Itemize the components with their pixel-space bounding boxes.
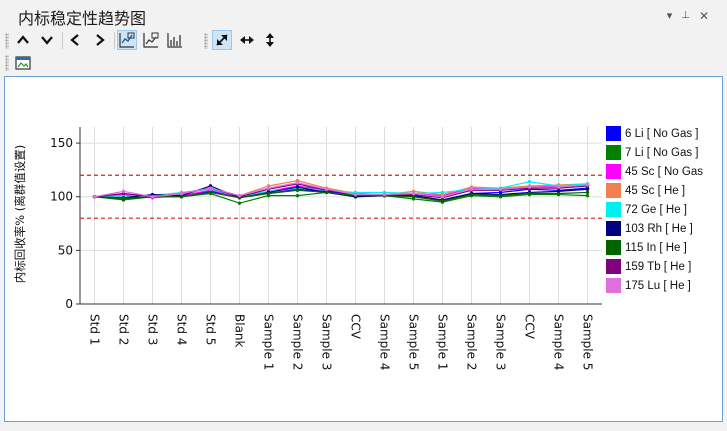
x-tick-label: Sample 2 bbox=[291, 314, 305, 370]
data-point bbox=[179, 191, 184, 196]
x-tick-label: Sample 4 bbox=[378, 314, 392, 370]
x-tick-label: Sample 4 bbox=[552, 314, 566, 370]
legend-swatch bbox=[606, 259, 621, 274]
data-point bbox=[585, 190, 590, 195]
data-point bbox=[527, 180, 532, 184]
legend-swatch bbox=[606, 240, 621, 255]
data-point bbox=[556, 191, 561, 196]
chart-legend: 6 Li [ No Gas ] 7 Li [ No Gas ] 45 Sc [ No… bbox=[606, 124, 722, 295]
data-point bbox=[527, 191, 532, 196]
y-tick-label: 100 bbox=[50, 190, 73, 204]
legend-item[interactable]: 115 In [ He ] bbox=[606, 238, 722, 257]
data-point bbox=[237, 193, 242, 198]
data-point bbox=[585, 187, 590, 191]
legend-item[interactable]: 159 Tb [ He ] bbox=[606, 257, 722, 276]
legend-item[interactable]: 45 Sc [ He ] bbox=[606, 181, 722, 200]
data-point bbox=[121, 197, 126, 201]
x-tick-label: Std 5 bbox=[204, 314, 218, 345]
data-point bbox=[295, 181, 300, 185]
data-point bbox=[469, 187, 474, 191]
x-tick-label: Sample 3 bbox=[494, 314, 508, 370]
legend-item[interactable]: 72 Ge [ He ] bbox=[606, 200, 722, 219]
legend-label: 7 Li [ No Gas ] bbox=[625, 146, 699, 159]
legend-swatch bbox=[606, 126, 621, 141]
legend-item[interactable]: 7 Li [ No Gas ] bbox=[606, 143, 722, 162]
data-point bbox=[556, 185, 561, 189]
x-tick-label: Blank bbox=[233, 314, 247, 348]
legend-item[interactable]: 6 Li [ No Gas ] bbox=[606, 124, 722, 143]
data-point bbox=[498, 193, 503, 198]
legend-swatch bbox=[606, 183, 621, 198]
grid-lines bbox=[80, 127, 602, 304]
data-point bbox=[92, 195, 97, 199]
data-point bbox=[440, 195, 445, 199]
x-tick-label: Std 4 bbox=[175, 314, 189, 345]
legend-swatch bbox=[606, 202, 621, 217]
x-tick-label: CCV bbox=[349, 314, 363, 340]
legend-swatch bbox=[606, 164, 621, 179]
legend-swatch bbox=[606, 278, 621, 293]
legend-label: 159 Tb [ He ] bbox=[625, 260, 692, 273]
data-point bbox=[469, 192, 474, 197]
legend-label: 175 Lu [ He ] bbox=[625, 279, 691, 292]
legend-item[interactable]: 175 Lu [ He ] bbox=[606, 276, 722, 295]
data-point bbox=[266, 186, 271, 190]
x-tick-label: Sample 5 bbox=[407, 314, 421, 370]
legend-label: 45 Sc [ He ] bbox=[625, 184, 686, 197]
data-point bbox=[295, 185, 300, 189]
legend-label: 6 Li [ No Gas ] bbox=[625, 127, 699, 140]
legend-label: 103 Rh [ He ] bbox=[625, 222, 693, 235]
data-point bbox=[208, 186, 213, 190]
legend-item[interactable]: 103 Rh [ He ] bbox=[606, 219, 722, 238]
data-point bbox=[179, 195, 184, 199]
legend-label: 115 In [ He ] bbox=[625, 241, 687, 254]
x-tick-label: Sample 5 bbox=[581, 314, 595, 370]
data-point bbox=[585, 193, 590, 198]
x-tick-label: Std 3 bbox=[146, 314, 160, 345]
data-point bbox=[440, 199, 445, 203]
tick-labels: 0 50 100 150 Std 1 Std 2 Std 3 Std 4 Std 5 Blank S… bbox=[50, 136, 594, 370]
data-point bbox=[266, 191, 271, 196]
x-tick-label: CCV bbox=[523, 314, 537, 340]
data-point bbox=[353, 192, 358, 197]
x-tick-label: Sample 1 bbox=[262, 314, 276, 370]
series-lines bbox=[92, 178, 590, 205]
data-point bbox=[150, 195, 155, 199]
data-point bbox=[121, 189, 126, 194]
y-tick-label: 150 bbox=[50, 136, 73, 150]
data-point bbox=[498, 187, 503, 191]
x-tick-label: Sample 1 bbox=[436, 314, 450, 370]
data-point bbox=[208, 190, 213, 195]
data-point bbox=[237, 201, 242, 205]
data-point bbox=[440, 190, 445, 195]
legend-swatch bbox=[606, 221, 621, 236]
x-tick-label: Sample 2 bbox=[465, 314, 479, 370]
y-axis-label: 内标回收率% (离群值设置) bbox=[13, 145, 27, 284]
x-tick-label: Sample 3 bbox=[320, 314, 334, 370]
data-point bbox=[295, 193, 300, 198]
legend-item[interactable]: 45 Sc [ No Gas bbox=[606, 162, 722, 181]
legend-swatch bbox=[606, 145, 621, 160]
y-tick-label: 0 bbox=[65, 297, 73, 311]
data-point bbox=[382, 192, 387, 197]
data-point bbox=[411, 191, 416, 196]
data-point bbox=[295, 188, 300, 192]
data-point bbox=[585, 183, 590, 187]
x-tick-label: Std 1 bbox=[88, 314, 102, 345]
data-point bbox=[527, 185, 532, 189]
legend-label: 45 Sc [ No Gas bbox=[625, 165, 703, 178]
data-point bbox=[324, 187, 329, 191]
legend-label: 72 Ge [ He ] bbox=[625, 203, 688, 216]
chart-axes bbox=[76, 127, 602, 305]
y-tick-label: 50 bbox=[58, 243, 73, 257]
x-tick-label: Std 2 bbox=[117, 314, 131, 345]
